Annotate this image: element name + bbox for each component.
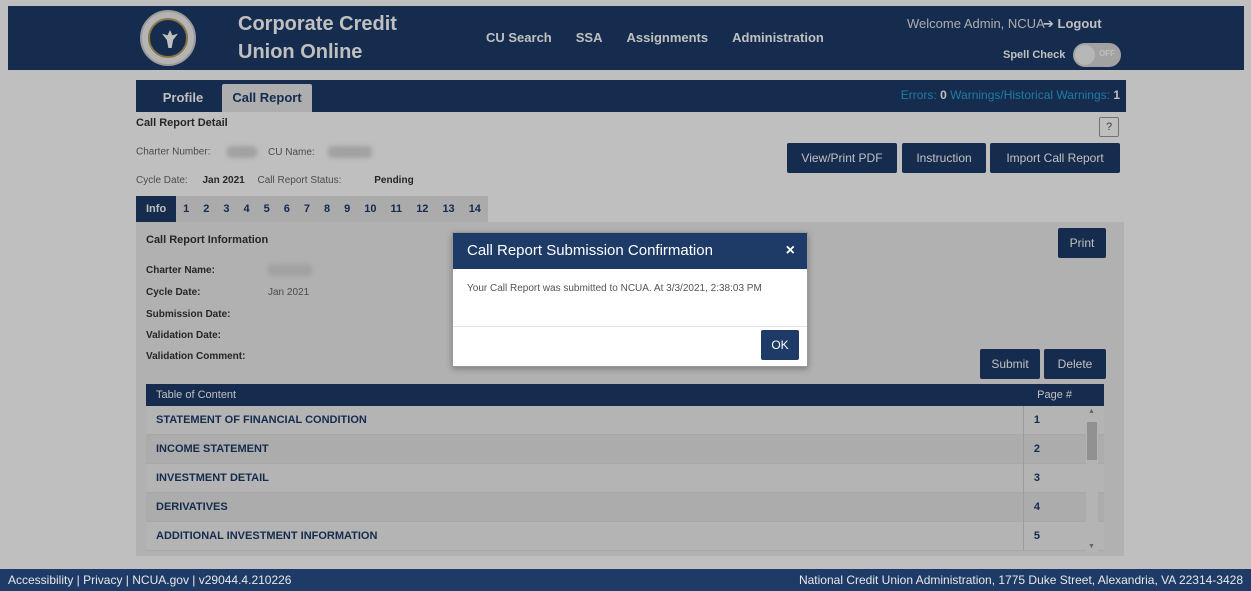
footer-address: National Credit Union Administration, 17…: [798, 573, 1243, 587]
submission-confirmation-modal: Call Report Submission Confirmation × Yo…: [452, 232, 808, 367]
modal-title: Call Report Submission Confirmation: [467, 242, 713, 259]
modal-message: Your Call Report was submitted to NCUA. …: [453, 269, 807, 327]
close-icon[interactable]: ×: [786, 233, 795, 269]
modal-header: Call Report Submission Confirmation ×: [453, 233, 807, 269]
app-footer: Accessibility | Privacy | NCUA.gov | v29…: [0, 569, 1251, 591]
footer-links[interactable]: Accessibility | Privacy | NCUA.gov | v29…: [8, 569, 291, 591]
ok-button[interactable]: OK: [761, 330, 799, 360]
